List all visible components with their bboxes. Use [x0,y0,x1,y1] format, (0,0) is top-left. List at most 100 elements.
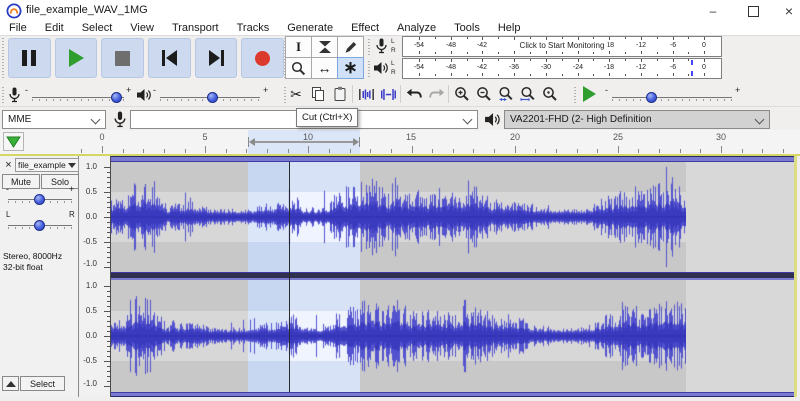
menu-item-tools[interactable]: Tools [445,22,489,35]
meter-channel-label: R [391,69,396,76]
minimize-button[interactable]: – [698,0,728,22]
menu-item-edit[interactable]: Edit [36,22,73,35]
pan-thumb[interactable] [34,220,45,231]
meter-tick [530,52,531,54]
menu-item-select[interactable]: Select [73,22,122,35]
multi-tool-button[interactable]: ∗ [337,57,364,79]
ruler-tick [577,149,578,153]
zoom-out-button[interactable] [474,84,494,104]
time-shift-tool-button[interactable]: ↔ [311,57,338,79]
menu-item-transport[interactable]: Transport [163,22,228,35]
meter-tick [435,59,436,61]
menu-item-effect[interactable]: Effect [342,22,388,35]
vertical-scale-ruler[interactable]: 1.0 0.5 0.0 -0.5 -1.0 1.0 0.5 0.0 -0.5 -… [80,156,110,397]
waveform-right-channel[interactable] [111,280,686,392]
select-button[interactable]: Select [20,376,65,391]
meter-tick [514,59,515,62]
skip-to-start-button[interactable] [148,38,191,78]
menu-item-help[interactable]: Help [489,22,530,35]
ruler-tick [638,149,639,153]
skip-to-end-button[interactable] [194,38,238,78]
toolbar-separator [448,85,449,103]
zoom-toggle-icon [543,87,557,101]
paste-button[interactable] [330,84,350,104]
recording-meter-toolbar[interactable]: L R -54 -48 -42 -18 -12 -6 0 Click to St… [368,36,722,57]
record-button[interactable] [241,38,285,78]
recording-volume-thumb[interactable] [111,92,123,103]
audacity-window: file_example_WAV_1MG – × File Edit Selec… [0,0,800,401]
track-close-button[interactable]: × [2,158,15,171]
pause-button[interactable] [8,38,51,78]
waveform-cursor [289,162,291,392]
menu-item-analyze[interactable]: Analyze [388,22,445,35]
draw-tool-button[interactable] [337,36,364,58]
timeline-options-button[interactable] [3,132,24,151]
tooltip-text: Cut (Ctrl+X) [302,112,353,123]
waveform-left-channel[interactable] [111,162,686,272]
selection-tool-button[interactable]: I [285,36,312,58]
zoom-toggle-button[interactable] [540,84,560,104]
silence-audio-button[interactable] [378,84,398,104]
track-menu-arrow-icon [68,163,76,168]
playback-volume-thumb[interactable] [206,92,218,103]
close-button[interactable]: × [774,0,800,22]
gain-thumb[interactable] [34,194,45,205]
play-at-speed-button[interactable] [578,84,600,104]
meter-tick [435,52,436,54]
toolbar-grip[interactable] [368,38,370,55]
channel-right[interactable] [111,280,794,392]
toolbar-separator [400,85,401,103]
tooltip: Cut (Ctrl+X) [296,108,359,127]
monitoring-text[interactable]: Click to Start Monitoring [516,41,608,50]
scale-label: 1.0 [85,281,97,290]
trim-audio-button[interactable] [356,84,376,104]
meter-tick [688,59,689,61]
empty-track-area[interactable] [686,162,794,272]
track-waveform-area[interactable] [110,156,794,397]
menu-item-view[interactable]: View [121,22,163,35]
audio-host-select[interactable]: MME [2,110,106,129]
meter-tick [514,51,515,54]
fit-project-button[interactable] [518,84,538,104]
copy-button[interactable] [308,84,328,104]
meter-tick [673,73,674,76]
empty-track-area[interactable] [686,280,794,392]
envelope-tool-button[interactable] [311,36,338,58]
meter-scale-label: -18 [603,64,615,71]
play-speed-thumb[interactable] [646,92,658,103]
zoom-tool-icon [291,61,306,75]
menu-item-file[interactable]: File [0,22,36,35]
undo-button[interactable] [404,84,424,104]
fit-selection-button[interactable] [496,84,516,104]
pan-right-label: R [69,210,75,219]
toolbar-grip[interactable] [368,60,370,77]
cut-button[interactable]: ✂ [286,84,306,104]
toolbar-grip[interactable] [574,86,576,103]
menu-item-tracks[interactable]: Tracks [228,22,279,35]
meter-scale-label: -30 [540,64,552,71]
toolbar-grip[interactable] [2,86,4,103]
track-name-button[interactable]: file_example [15,158,79,172]
timeline-ruler[interactable]: 0 5 10 15 20 25 30 [0,130,800,155]
zoom-tool-button[interactable] [285,57,312,79]
toolbar-grip[interactable] [2,38,4,78]
stop-button[interactable] [101,38,145,78]
zoom-in-button[interactable] [452,84,472,104]
maximize-button[interactable] [738,0,768,22]
redo-button[interactable] [426,84,446,104]
menu-item-generate[interactable]: Generate [278,22,342,35]
play-speed-slider[interactable] [612,97,732,98]
playback-meter[interactable]: -54 -48 -42 -36 -30 -24 -18 -12 -6 0 [402,58,722,79]
timeline-label: 15 [405,132,417,142]
channel-left[interactable] [111,162,794,272]
playback-device-select[interactable]: VA2201-FHD (2- High Definition [504,110,770,129]
play-button[interactable] [54,38,98,78]
audacity-logo-icon [6,3,22,19]
playback-meter-toolbar[interactable]: L R -54 -48 -42 -36 -30 -24 -18 -12 -6 0 [368,58,722,79]
recording-meter[interactable]: -54 -48 -42 -18 -12 -6 0 Click to Start … [402,36,722,57]
track-collapse-button[interactable] [2,376,19,391]
copy-icon [312,87,324,101]
meter-tick [673,51,674,54]
title-bar: file_example_WAV_1MG – × [0,0,800,22]
edit-toolbar: ✂ [284,84,576,105]
